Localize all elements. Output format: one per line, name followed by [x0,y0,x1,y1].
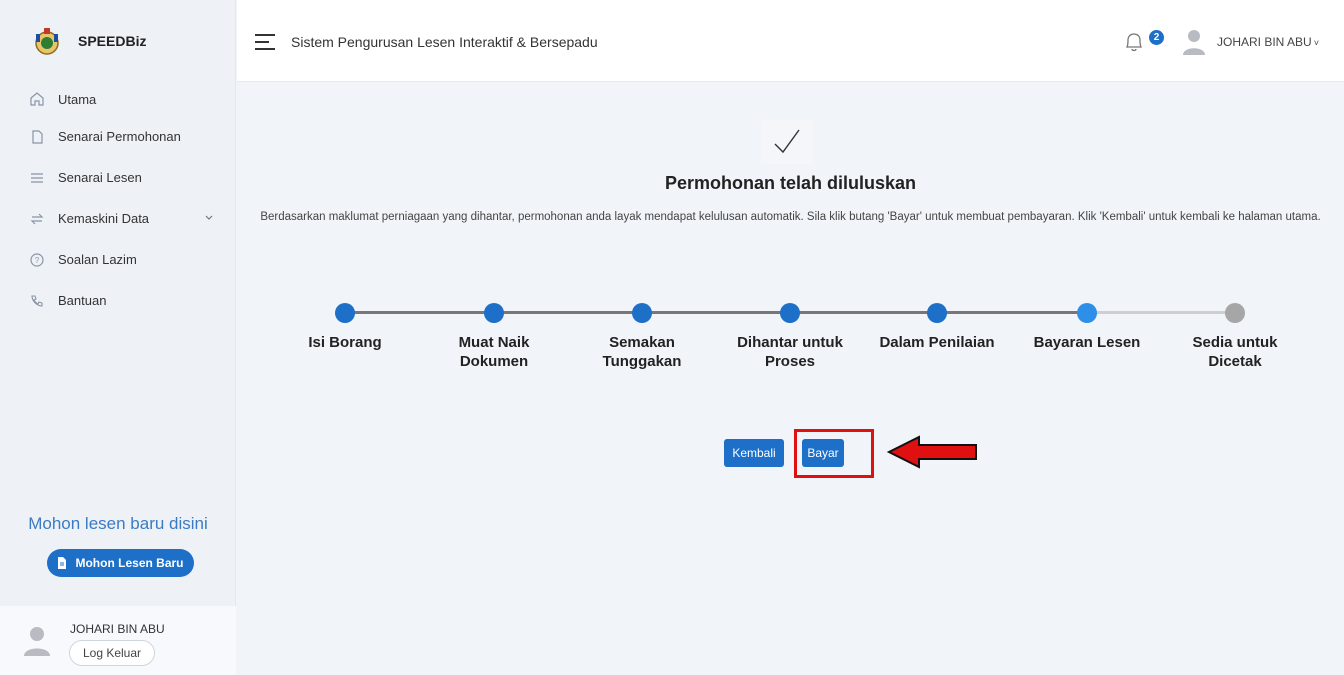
step-label: Bayaran Lesen [1017,333,1157,352]
user-menu[interactable]: JOHARI BIN ABU ˅ [1217,35,1319,49]
step-label-line: Semakan [609,334,675,351]
sidebar-item-label: Senarai Permohonan [58,129,181,144]
step-label-line: Muat Naik [458,334,530,351]
new-license-prompt: Mohon lesen baru disini [28,514,208,533]
step-label: Dihantar untuk Proses [720,333,860,371]
sidebar-item-label: Soalan Lazim [58,252,137,267]
notification-badge: 2 [1149,30,1164,45]
chevron-down-icon: ˅ [1313,38,1319,48]
sidebar-item-senarai-permohonan[interactable]: Senarai Permohonan [0,116,235,157]
step-label: Dalam Penilaian [867,333,1007,352]
sidebar-user-panel: JOHARI BIN ABU Log Keluar [0,606,236,675]
logout-button[interactable]: Log Keluar [69,640,155,666]
step-label-line: Dihantar untuk [737,334,843,351]
brand[interactable]: SPEEDBiz [0,0,235,82]
avatar[interactable] [1182,27,1206,55]
phone-icon [31,294,43,307]
step-label-line: Dalam Penilaian [879,334,995,351]
sidebar-item-label: Utama [58,91,97,107]
step-label-line: Isi Borang [308,334,382,351]
main-content: Permohonan telah diluluskan Berdasarkan … [237,82,1344,675]
step-label: Sedia untuk Dicetak [1165,333,1305,371]
sidebar-item-label: Senarai Lesen [58,170,142,185]
step-label: Semakan Tunggakan [572,333,712,371]
step-label-line: Dicetak [1208,353,1262,370]
step-dot [632,303,652,323]
sidebar: SPEEDBiz Utama Senarai Permohonan Senara… [0,0,236,675]
brand-name: SPEEDBiz [78,33,147,49]
step-label-line: Bayaran Lesen [1033,334,1141,351]
arrow-left-icon [887,435,977,469]
document-icon [58,557,67,569]
sidebar-item-senarai-lesen[interactable]: Senarai Lesen [0,157,235,198]
step-dot [484,303,504,323]
avatar [24,627,50,656]
step-label-line: Dokumen [459,353,529,370]
bell-icon[interactable] [1123,30,1145,54]
app-title: Sistem Pengurusan Lesen Interaktif & Ber… [291,34,598,50]
list-icon [31,172,43,183]
sidebar-item-label: Bantuan [58,293,107,308]
step-dot [335,303,355,323]
home-icon [30,92,44,106]
step-label-line: Proses [764,353,816,370]
step-dot [1225,303,1245,323]
step-dot [780,303,800,323]
step-label-line: Tunggakan [602,353,682,370]
sidebar-item-bantuan[interactable]: Bantuan [0,280,235,321]
user-menu-name: JOHARI BIN ABU [1217,35,1312,49]
page-title: Permohonan telah diluluskan [664,173,917,193]
stepper-track-completed [345,311,1087,314]
back-button[interactable]: Kembali [724,439,784,467]
chevron-down-icon [205,215,213,220]
apply-new-license-button[interactable]: Mohon Lesen Baru [47,549,194,577]
step-label: Muat Naik Dokumen [424,333,564,371]
top-header: Sistem Pengurusan Lesen Interaktif & Ber… [237,0,1344,82]
step-label: Isi Borang [275,333,415,352]
sidebar-item-kemaskini-data[interactable]: Kemaskini Data [0,198,235,239]
sidebar-item-soalan-lazim[interactable]: ? Soalan Lazim [0,239,235,280]
menu-toggle-icon[interactable] [255,34,275,50]
stepper-track-pending [1087,311,1235,314]
step-label-line: Sedia untuk [1192,334,1278,351]
sync-icon [30,213,44,224]
progress-stepper: Isi Borang Muat Naik Dokumen Semakan Tunggak… [237,297,1344,397]
svg-text:?: ? [35,256,40,265]
sidebar-item-utama[interactable]: Utama [0,82,235,116]
document-icon [32,129,43,144]
page-description: Berdasarkan maklumat perniagaan yang dih… [260,211,1321,223]
sidebar-nav: Utama Senarai Permohonan Senarai Lesen K… [0,82,235,321]
crest-logo-icon [35,28,59,55]
help-icon: ? [30,252,44,267]
checkmark-icon [761,120,813,164]
sidebar-item-label: Kemaskini Data [58,211,150,226]
apply-new-license-label: Mohon Lesen Baru [75,556,184,570]
highlight-box [794,429,874,478]
sidebar-user-name: JOHARI BIN ABU [70,622,165,636]
step-dot [927,303,947,323]
step-dot [1077,303,1097,323]
